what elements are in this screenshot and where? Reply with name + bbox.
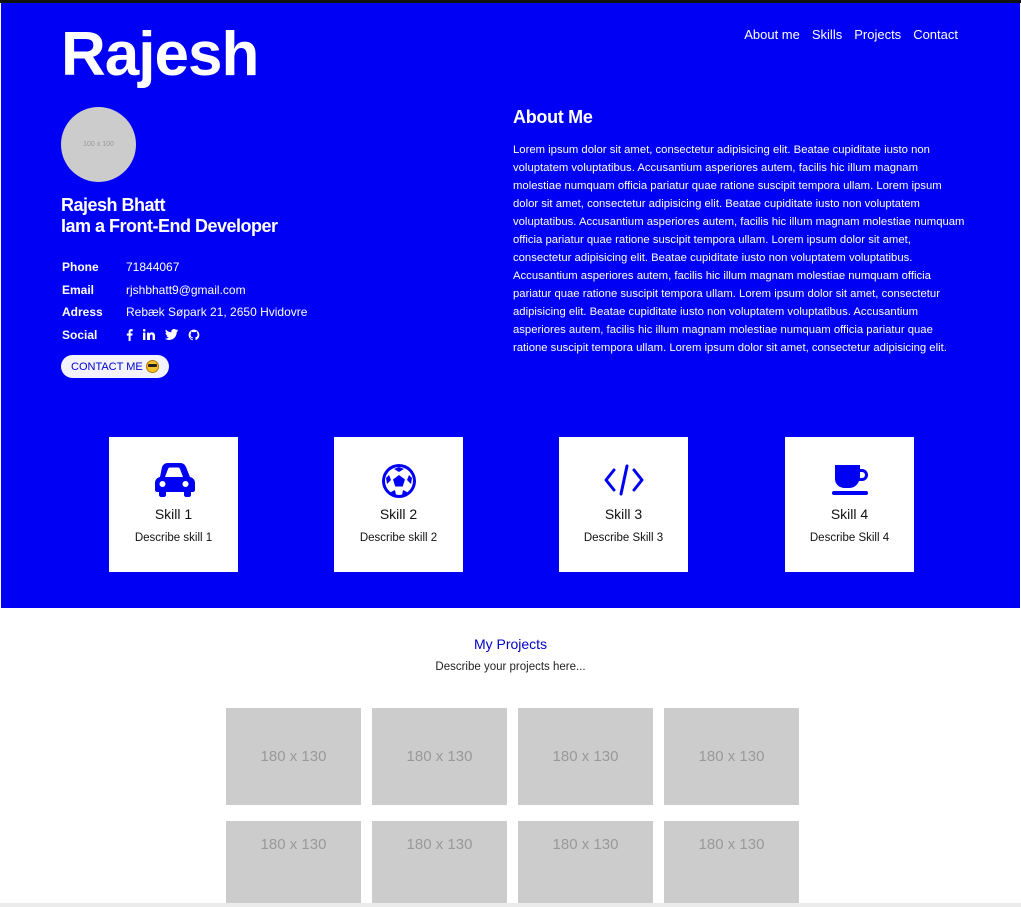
skill-title-2: Skill 2 [379,506,418,522]
contact-info-table: Phone 71844067 Email rjshbhatt9@gmail.co… [62,256,307,346]
sunglasses-emoji-icon [145,360,159,373]
facebook-icon[interactable] [126,328,133,341]
soccer-ball-icon [334,463,463,499]
social-label: Social [62,327,98,342]
skill-title-4: Skill 4 [830,506,869,522]
email-label: Email [62,282,95,297]
skill-card-1: Skill 1 Describe skill 1 [109,437,238,572]
contact-me-button[interactable]: CONTACT ME [61,355,169,378]
project-thumbnail[interactable]: 180 x 130 [226,708,361,805]
twitter-icon[interactable] [165,329,178,341]
nav-projects[interactable]: Projects [854,27,901,42]
project-thumbnail[interactable]: 180 x 130 [226,821,361,903]
skill-desc-3: Describe Skill 3 [583,532,664,544]
nav-skills[interactable]: Skills [812,27,842,42]
code-icon [559,463,688,499]
projects-title: My Projects [473,636,548,652]
skill-desc-2: Describe skill 2 [359,532,438,544]
car-icon [109,463,238,499]
address-row: Adress Rebæk Søpark 21, 2650 Hvidovre [62,301,307,324]
projects-desc: Describe your projects here... [435,661,586,673]
phone-label: Phone [62,260,99,275]
github-icon[interactable] [188,329,200,341]
phone-value: 71844067 [126,260,180,275]
hero-section: Rajesh About me Skills Projects Contact … [1,3,1020,608]
linkedin-icon[interactable] [143,329,155,341]
coffee-cup-icon [785,463,914,499]
horizontal-scrollbar[interactable] [0,903,1021,907]
skill-card-2: Skill 2 Describe skill 2 [334,437,463,572]
nav-contact[interactable]: Contact [913,27,958,42]
about-title: About Me [513,107,593,127]
profile-name: Rajesh Bhatt [61,195,166,215]
about-text: Lorem ipsum dolor sit amet, consectetur … [513,144,965,354]
project-thumbnail[interactable]: 180 x 130 [518,708,653,805]
skill-title-1: Skill 1 [154,506,193,522]
contact-me-label: CONTACT ME [71,360,143,373]
brand-title: Rajesh [61,20,259,89]
project-thumbnail[interactable]: 180 x 130 [372,708,507,805]
skill-card-4: Skill 4 Describe Skill 4 [785,437,914,572]
social-links [126,328,307,341]
project-thumbnail[interactable]: 180 x 130 [664,708,799,805]
skill-desc-4: Describe Skill 4 [809,532,890,544]
skill-desc-1: Describe skill 1 [134,532,213,544]
address-value: Rebæk Søpark 21, 2650 Hvidovre [126,305,308,320]
project-thumbnail[interactable]: 180 x 130 [372,821,507,903]
address-label: Adress [62,305,103,320]
nav-about-me[interactable]: About me [744,27,800,42]
project-thumbnail[interactable]: 180 x 130 [518,821,653,903]
main-nav: About me Skills Projects Contact [744,27,958,42]
social-row: Social [62,324,307,347]
email-row: Email rjshbhatt9@gmail.com [62,279,307,302]
profile-role: Iam a Front-End Developer [61,216,278,236]
avatar: 100 x 100 [61,107,136,182]
phone-row: Phone 71844067 [62,256,307,279]
skill-title-3: Skill 3 [604,506,643,522]
skill-card-3: Skill 3 Describe Skill 3 [559,437,688,572]
email-value: rjshbhatt9@gmail.com [126,282,246,297]
project-thumbnail[interactable]: 180 x 130 [664,821,799,903]
